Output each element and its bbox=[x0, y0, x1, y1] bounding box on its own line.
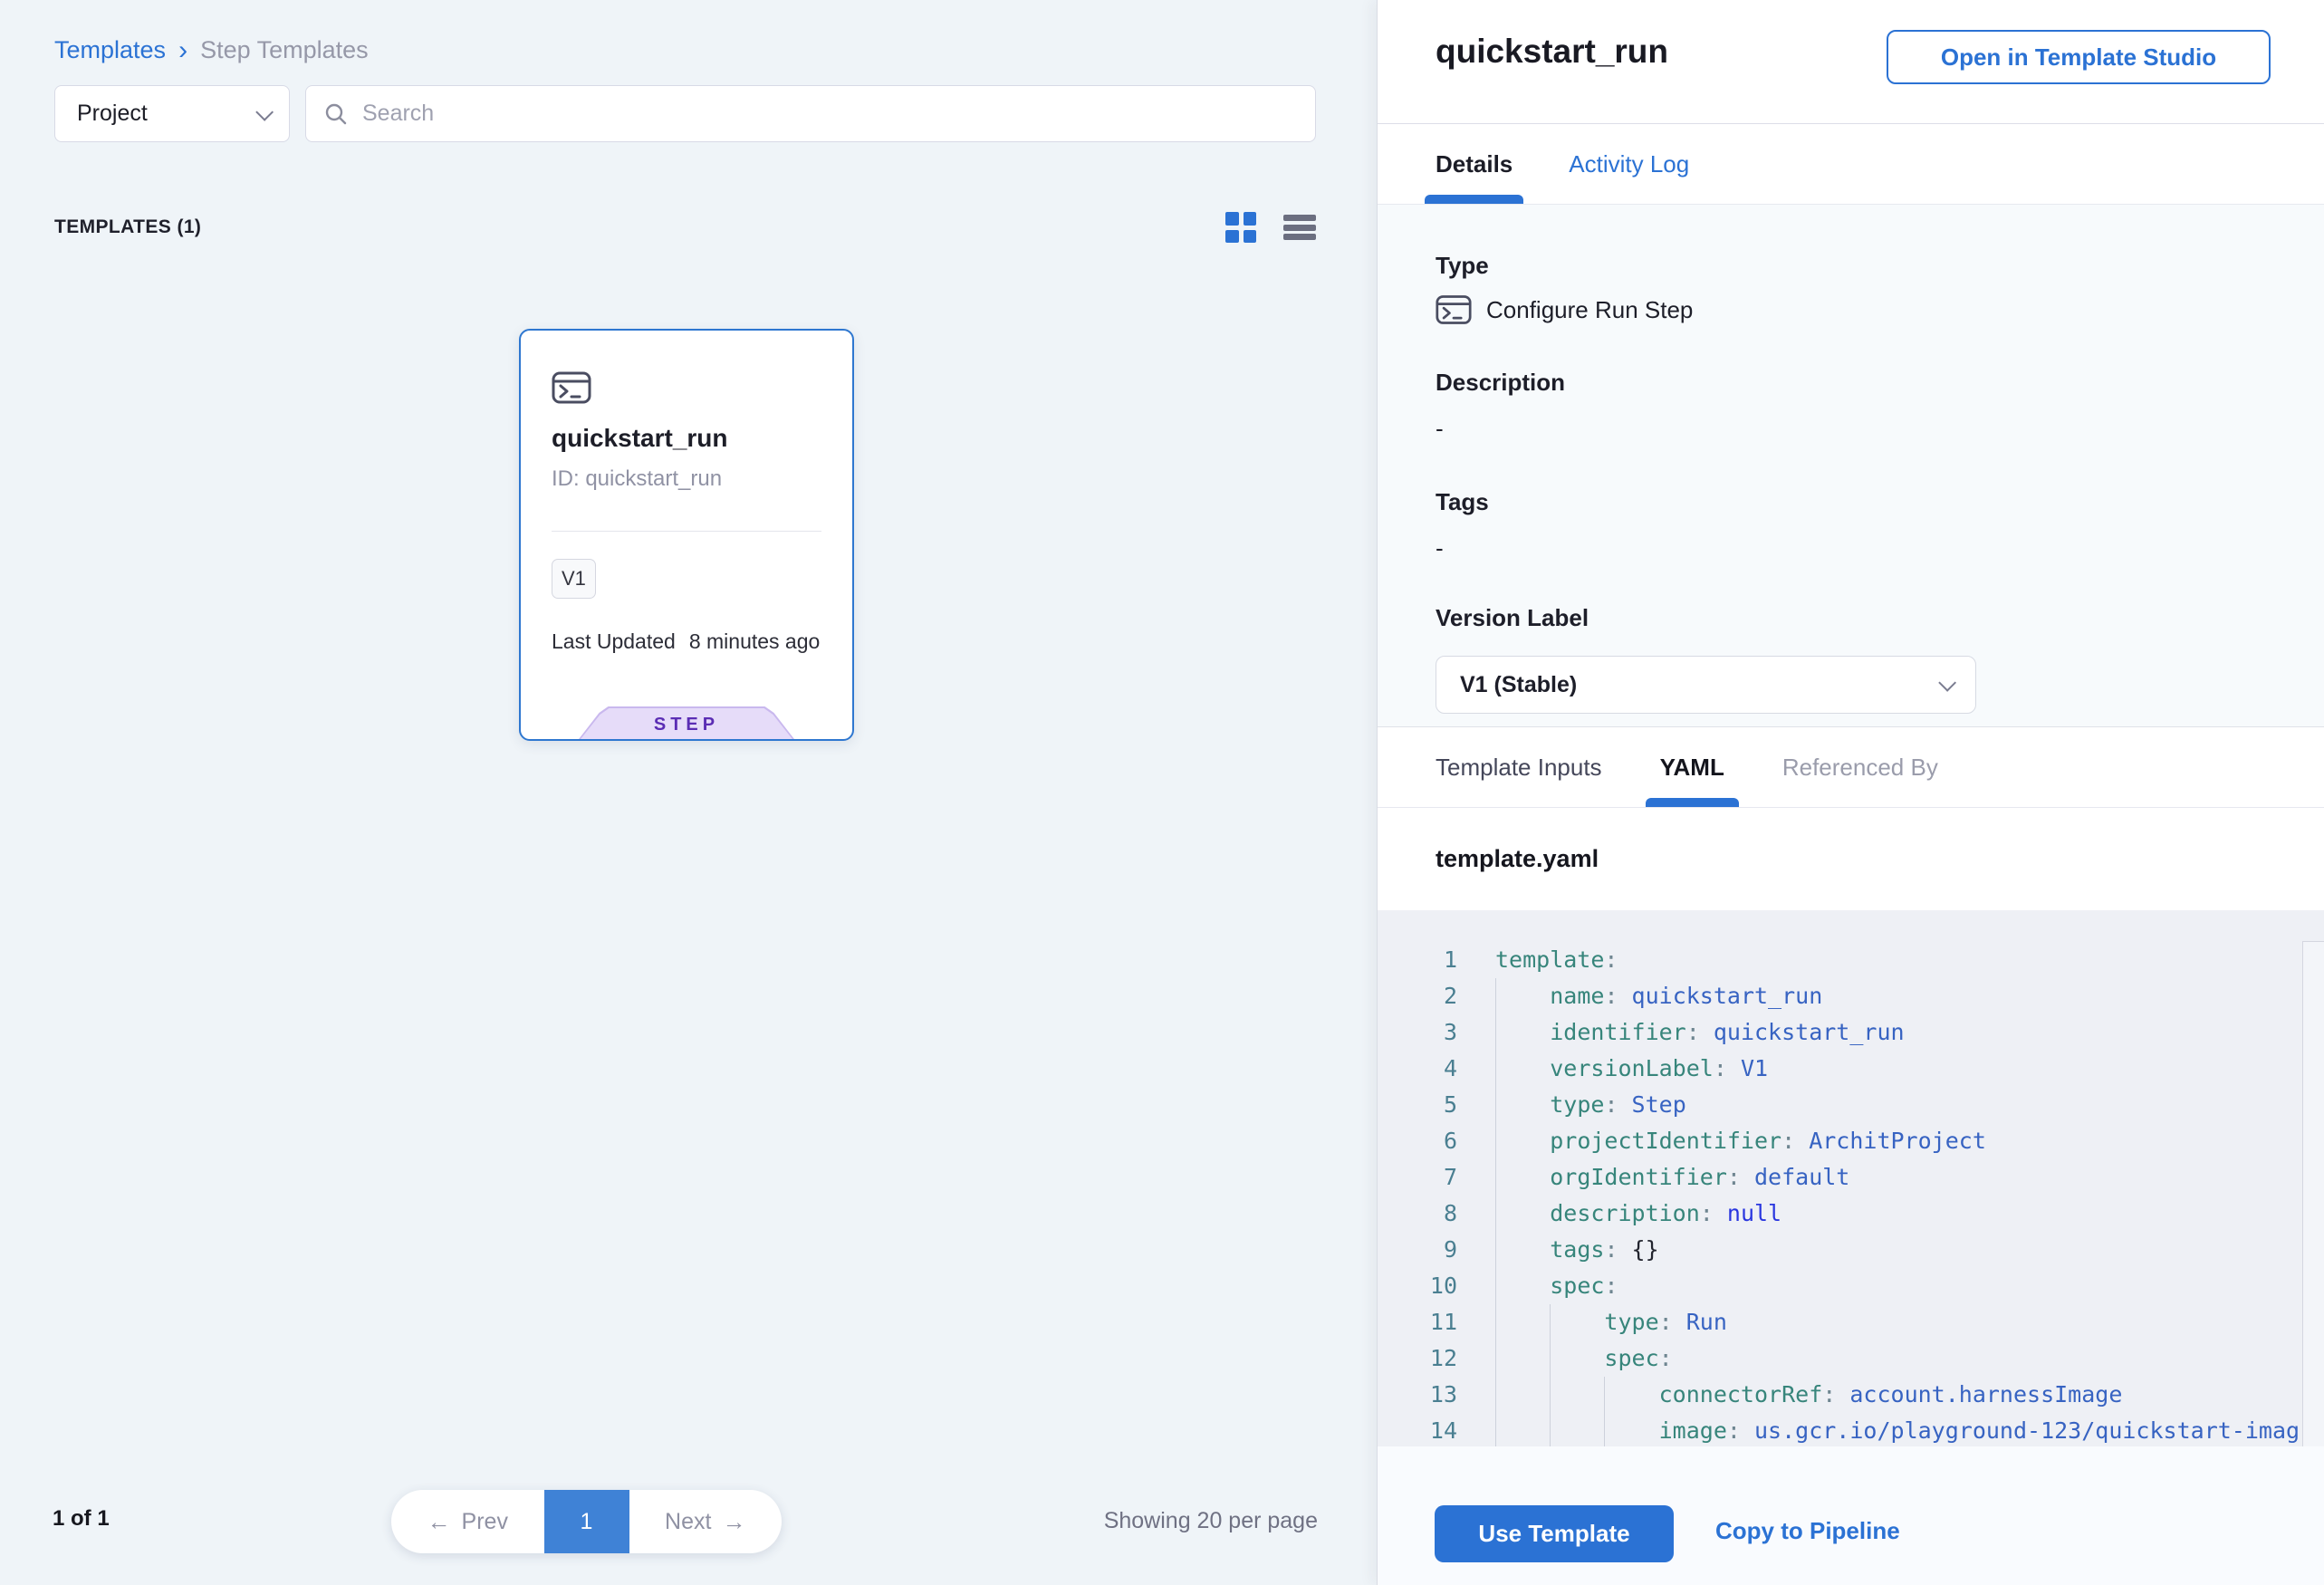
template-sub-tabs: Template Inputs YAML Referenced By bbox=[1436, 727, 1938, 807]
tab-activity-log[interactable]: Activity Log bbox=[1569, 124, 1689, 204]
list-header: TEMPLATES (1) bbox=[54, 205, 1316, 250]
open-in-template-studio-button[interactable]: Open in Template Studio bbox=[1887, 30, 2271, 84]
last-updated-value: 8 minutes ago bbox=[689, 629, 820, 654]
next-label: Next bbox=[665, 1509, 711, 1535]
terminal-icon bbox=[1436, 294, 1472, 325]
yaml-line: 9 tags: {} bbox=[1378, 1232, 2324, 1268]
yaml-line: 2 name: quickstart_run bbox=[1378, 978, 2324, 1014]
template-details-panel: quickstart_run Open in Template Studio D… bbox=[1377, 0, 2324, 1585]
breadcrumb-templates-link[interactable]: Templates bbox=[54, 36, 166, 64]
page-1-button[interactable]: 1 bbox=[544, 1490, 629, 1553]
next-page-button[interactable]: Next → bbox=[629, 1490, 783, 1553]
tags-value: - bbox=[1436, 534, 2266, 562]
search-input[interactable] bbox=[360, 100, 1297, 128]
prev-label: Prev bbox=[462, 1509, 508, 1535]
grid-view-icon[interactable] bbox=[1225, 212, 1256, 243]
yaml-line: 5 type: Step bbox=[1378, 1087, 2324, 1123]
templates-list-panel: Templates › Step Templates Project TEMPL… bbox=[0, 0, 1377, 1585]
description-value: - bbox=[1436, 415, 2266, 443]
yaml-line: 8 description: null bbox=[1378, 1196, 2324, 1232]
version-select-value: V1 (Stable) bbox=[1460, 672, 1577, 698]
yaml-file-name: template.yaml bbox=[1436, 845, 1599, 873]
card-id: ID: quickstart_run bbox=[552, 466, 722, 492]
terminal-icon bbox=[552, 370, 591, 405]
yaml-line: 10 spec: bbox=[1378, 1268, 2324, 1304]
yaml-line: 3 identifier: quickstart_run bbox=[1378, 1014, 2324, 1051]
yaml-line: 11 type: Run bbox=[1378, 1304, 2324, 1340]
use-template-button[interactable]: Use Template bbox=[1435, 1505, 1674, 1562]
scope-select[interactable]: Project bbox=[54, 85, 290, 142]
filter-bar: Project bbox=[54, 85, 1316, 142]
yaml-code: 1template:2 name: quickstart_run3 identi… bbox=[1378, 942, 2324, 1446]
type-value: Configure Run Step bbox=[1486, 296, 1693, 324]
tab-yaml[interactable]: YAML bbox=[1660, 727, 1724, 807]
yaml-line: 7 orgIdentifier: default bbox=[1378, 1159, 2324, 1196]
copy-to-pipeline-link[interactable]: Copy to Pipeline bbox=[1715, 1517, 1900, 1545]
type-row: Configure Run Step bbox=[1436, 294, 2266, 325]
version-badge: V1 bbox=[552, 559, 596, 599]
version-select[interactable]: V1 (Stable) bbox=[1436, 656, 1976, 714]
description-label: Description bbox=[1436, 369, 2266, 397]
arrow-left-icon: ← bbox=[427, 1508, 451, 1536]
step-ribbon: STEP bbox=[578, 706, 796, 741]
scope-select-value: Project bbox=[77, 101, 148, 127]
yaml-line: 6 projectIdentifier: ArchitProject bbox=[1378, 1123, 2324, 1159]
breadcrumb-chevron-icon: › bbox=[178, 38, 187, 62]
yaml-line: 14 image: us.gcr.io/playground-123/quick… bbox=[1378, 1413, 2324, 1446]
last-updated-label: Last Updated bbox=[552, 629, 676, 654]
list-view-icon[interactable] bbox=[1283, 213, 1316, 242]
chevron-down-icon bbox=[1938, 674, 1956, 692]
tags-label: Tags bbox=[1436, 488, 2266, 516]
yaml-file-row: template.yaml bbox=[1378, 808, 2324, 910]
step-ribbon-label: STEP bbox=[654, 715, 719, 735]
breadcrumb: Templates › Step Templates bbox=[54, 36, 369, 64]
details-body: Type Configure Run Step Description - Ta… bbox=[1378, 204, 2324, 726]
tab-details[interactable]: Details bbox=[1436, 124, 1513, 204]
chevron-down-icon bbox=[255, 102, 274, 120]
search-icon bbox=[324, 102, 348, 126]
type-label: Type bbox=[1436, 252, 2266, 280]
card-last-updated: Last Updated 8 minutes ago bbox=[552, 629, 820, 654]
details-footer: Use Template Copy to Pipeline bbox=[1378, 1446, 2324, 1585]
pagination: ← Prev 1 Next → bbox=[391, 1490, 782, 1553]
card-divider bbox=[552, 531, 821, 532]
yaml-editor[interactable]: 1template:2 name: quickstart_run3 identi… bbox=[1378, 910, 2324, 1446]
editor-scrollbar[interactable] bbox=[2302, 941, 2324, 1446]
per-page-label: Showing 20 per page bbox=[1104, 1508, 1318, 1534]
prev-page-button[interactable]: ← Prev bbox=[391, 1490, 544, 1553]
page-count-label: 1 of 1 bbox=[53, 1506, 110, 1532]
card-title: quickstart_run bbox=[552, 424, 728, 453]
breadcrumb-current: Step Templates bbox=[200, 36, 369, 64]
arrow-right-icon: → bbox=[722, 1508, 745, 1536]
yaml-line: 1template: bbox=[1378, 942, 2324, 978]
template-card[interactable]: quickstart_run ID: quickstart_run V1 Las… bbox=[519, 329, 854, 741]
details-title: quickstart_run bbox=[1436, 33, 1668, 71]
yaml-line: 4 versionLabel: V1 bbox=[1378, 1051, 2324, 1087]
tab-referenced-by[interactable]: Referenced By bbox=[1782, 727, 1938, 807]
search-box[interactable] bbox=[305, 85, 1316, 142]
view-toggles bbox=[1225, 212, 1316, 243]
templates-count-label: TEMPLATES (1) bbox=[54, 216, 201, 238]
version-label: Version Label bbox=[1436, 604, 2266, 632]
yaml-line: 12 spec: bbox=[1378, 1340, 2324, 1377]
details-tabs: Details Activity Log bbox=[1436, 124, 1689, 204]
yaml-line: 13 connectorRef: account.harnessImage bbox=[1378, 1377, 2324, 1413]
tab-template-inputs[interactable]: Template Inputs bbox=[1436, 727, 1602, 807]
